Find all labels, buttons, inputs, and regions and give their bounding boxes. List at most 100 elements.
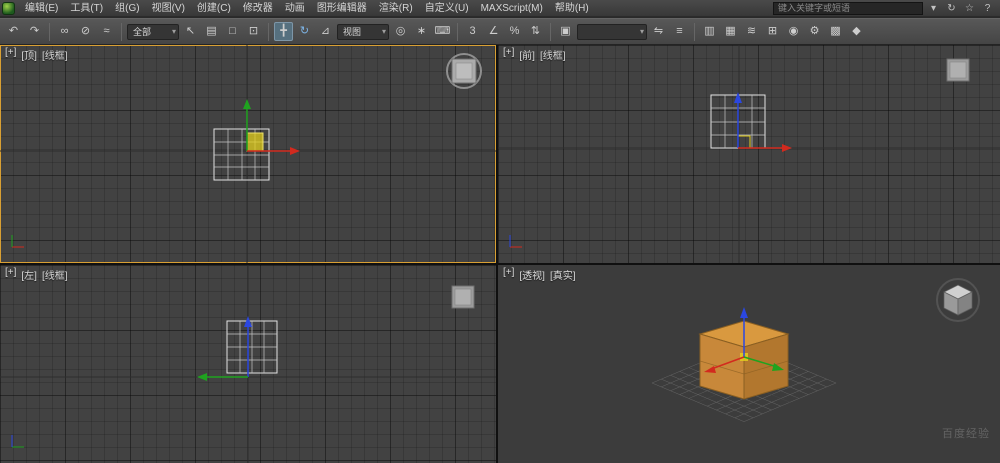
infocenter: ▾ ↻ ☆?: [773, 1, 1000, 15]
select-object-icon[interactable]: ↖: [181, 22, 200, 41]
viewport-perspective-label: [+] [透视] [真实]: [503, 267, 576, 282]
window-crossing-toggle-icon[interactable]: ⊡: [244, 22, 263, 41]
graphite-modeling-ribbon-icon[interactable]: ▦: [721, 22, 740, 41]
viewport-left[interactable]: [+] [左] [线框]: [0, 265, 496, 463]
menu-item-customize[interactable]: 自定义(U): [419, 0, 475, 17]
menu-item-tools[interactable]: 工具(T): [64, 0, 109, 17]
viewport-front-canvas: [498, 45, 1000, 263]
move-gizmo-xy-plane-handle[interactable]: [246, 132, 264, 152]
menu-item-create[interactable]: 创建(C): [191, 0, 237, 17]
menu-item-edit[interactable]: 编辑(E): [19, 0, 64, 17]
viewport-perspective[interactable]: [+] [透视] [真实] 百度经验: [498, 265, 1000, 463]
favorites-star-icon[interactable]: ☆: [963, 2, 976, 15]
keyboard-shortcut-override-icon[interactable]: ⌨: [433, 22, 452, 41]
menu-item-views[interactable]: 视图(V): [146, 0, 191, 17]
reference-coordinate-system-select-value: 视图: [343, 27, 362, 37]
named-selection-combo[interactable]: ▾: [577, 23, 647, 40]
help-question-icon[interactable]: ?: [981, 2, 994, 15]
use-pivot-point-center-icon[interactable]: ◎: [391, 22, 410, 41]
render-production-icon[interactable]: ◆: [847, 22, 866, 41]
edit-named-selection-sets-icon[interactable]: ▣: [556, 22, 575, 41]
watermark: 百度经验: [942, 428, 990, 440]
reference-coordinate-system-select[interactable]: 视图 ▾: [337, 23, 389, 40]
viewport-shading-label[interactable]: [真实]: [550, 267, 576, 282]
gizmo-z-arrowhead[interactable]: [740, 307, 748, 318]
viewport-top-canvas: [0, 45, 496, 263]
gizmo-plane-corner[interactable]: [738, 135, 751, 148]
infocenter-search-input[interactable]: [773, 1, 923, 15]
gizmo-z-arrowhead[interactable]: [734, 92, 742, 103]
menu-item-maxscript[interactable]: MAXScript(M): [475, 0, 549, 17]
curve-editor-icon[interactable]: ≋: [742, 22, 761, 41]
angle-snap-toggle-icon[interactable]: ∠: [484, 22, 503, 41]
viewport-area: [+] [顶] [线框] [+] [前] [线框] [+] [左] [线框] […: [0, 45, 1000, 463]
dropdown-arrow-icon: ▾: [639, 27, 644, 36]
viewport-name-label[interactable]: [前]: [519, 47, 535, 62]
select-and-manipulate-icon[interactable]: ∗: [412, 22, 431, 41]
select-and-move-icon[interactable]: ╋: [274, 22, 293, 41]
toolbar-divider: [121, 22, 122, 41]
viewport-front-label: [+] [前] [线框]: [503, 47, 566, 62]
unlink-selection-icon[interactable]: ⊘: [76, 22, 95, 41]
viewport-menu-plus[interactable]: [+]: [5, 267, 16, 282]
viewport-name-label[interactable]: [透视]: [519, 267, 545, 282]
snaps-toggle-3d-icon[interactable]: 3: [463, 22, 482, 41]
gizmo-y-arrowhead[interactable]: [197, 373, 207, 381]
viewcube[interactable]: [936, 278, 980, 322]
bind-to-space-warp-icon[interactable]: ≈: [97, 22, 116, 41]
communication-center-icon[interactable]: ↻: [945, 2, 958, 15]
render-setup-icon[interactable]: ⚙: [805, 22, 824, 41]
menu-item-group[interactable]: 组(G): [109, 0, 145, 17]
viewport-left-label: [+] [左] [线框]: [5, 267, 68, 282]
dropdown-arrow-icon: ▾: [381, 27, 386, 36]
app-logo-icon[interactable]: [2, 1, 15, 15]
gizmo-x-arrowhead[interactable]: [782, 144, 792, 152]
undo-icon[interactable]: ↶: [4, 22, 23, 41]
toolbar-divider: [268, 22, 269, 41]
menu-item-rendering[interactable]: 渲染(R): [373, 0, 419, 17]
move-gizmo[interactable]: [197, 316, 252, 381]
world-axis-tripod: [11, 235, 24, 248]
box-wireframe[interactable]: [226, 320, 278, 374]
viewport-front[interactable]: [+] [前] [线框]: [498, 45, 1000, 263]
schematic-view-icon[interactable]: ⊞: [763, 22, 782, 41]
redo-icon[interactable]: ↷: [25, 22, 44, 41]
selection-filter-select[interactable]: 全部 ▾: [127, 23, 179, 40]
viewcube[interactable]: [451, 285, 475, 309]
menu-item-animation[interactable]: 动画: [279, 0, 311, 17]
select-and-rotate-icon[interactable]: ↻: [295, 22, 314, 41]
rectangular-selection-region-icon[interactable]: □: [223, 22, 242, 41]
viewport-top[interactable]: [+] [顶] [线框]: [0, 45, 496, 263]
gizmo-x-arrowhead[interactable]: [290, 147, 300, 155]
toolbar-divider: [49, 22, 50, 41]
viewport-shading-label[interactable]: [线框]: [540, 47, 566, 62]
viewcube[interactable]: [946, 58, 970, 82]
viewport-name-label[interactable]: [左]: [21, 267, 37, 282]
viewport-menu-plus[interactable]: [+]: [5, 47, 16, 62]
toolbar-divider: [550, 22, 551, 41]
layer-manager-icon[interactable]: ▥: [700, 22, 719, 41]
spinner-snap-toggle-icon[interactable]: ⇅: [526, 22, 545, 41]
material-editor-icon[interactable]: ◉: [784, 22, 803, 41]
search-dropdown-arrow-icon[interactable]: ▾: [927, 2, 940, 15]
viewport-perspective-canvas: [651, 278, 980, 422]
menubar: 编辑(E) 工具(T) 组(G) 视图(V) 创建(C) 修改器 动画 图形编辑器 渲染(R) 自…: [0, 0, 1000, 17]
viewport-menu-plus[interactable]: [+]: [503, 47, 514, 62]
gizmo-y-arrowhead[interactable]: [243, 99, 251, 109]
percent-snap-toggle-icon[interactable]: %: [505, 22, 524, 41]
world-axis-tripod: [11, 435, 24, 448]
align-icon[interactable]: ≡: [670, 22, 689, 41]
menu-item-modifiers[interactable]: 修改器: [237, 0, 279, 17]
viewport-shading-label[interactable]: [线框]: [42, 47, 68, 62]
menu-item-help[interactable]: 帮助(H): [549, 0, 595, 17]
viewport-menu-plus[interactable]: [+]: [503, 267, 514, 282]
select-by-name-icon[interactable]: ▤: [202, 22, 221, 41]
menu-item-graph-editors[interactable]: 图形编辑器: [311, 0, 373, 17]
viewport-name-label[interactable]: [顶]: [21, 47, 37, 62]
viewport-shading-label[interactable]: [线框]: [42, 267, 68, 282]
mirror-icon[interactable]: ⇋: [649, 22, 668, 41]
viewcube[interactable]: [446, 53, 482, 89]
rendered-frame-window-icon[interactable]: ▩: [826, 22, 845, 41]
select-and-link-icon[interactable]: ∞: [55, 22, 74, 41]
select-and-scale-icon[interactable]: ⊿: [316, 22, 335, 41]
